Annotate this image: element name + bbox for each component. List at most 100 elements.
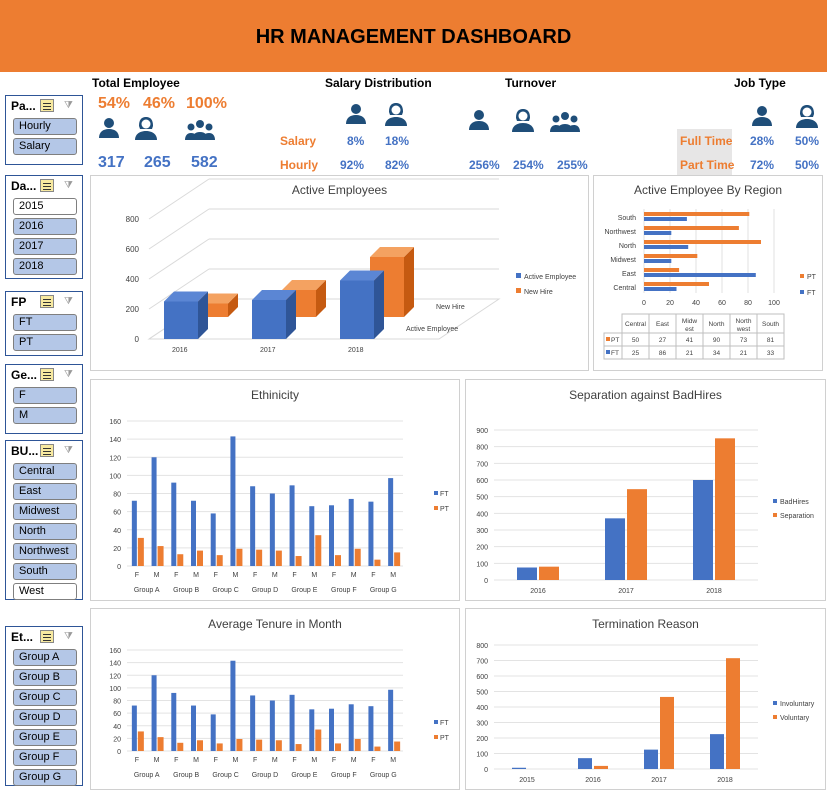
female-icon <box>385 103 407 126</box>
bar-pt <box>295 556 302 566</box>
x-sub-label: M <box>351 572 357 579</box>
slicer-item[interactable]: 2015 <box>13 198 77 215</box>
legend-label: New Hire <box>524 289 553 296</box>
bar-separation <box>539 566 559 580</box>
x-tick-label: 2018 <box>706 588 722 595</box>
slicer-item[interactable]: Group F <box>13 749 77 766</box>
legend-label: FT <box>440 720 449 727</box>
bar-pt <box>394 552 401 566</box>
clear-filter-icon[interactable]: ⧩ <box>64 445 76 457</box>
legend-swatch <box>773 499 777 503</box>
x-sub-label: M <box>311 572 317 579</box>
slicer-item[interactable]: Group D <box>13 709 77 726</box>
clear-filter-icon[interactable]: ⧩ <box>64 180 76 192</box>
bar-ft <box>309 709 315 751</box>
multi-select-icon[interactable] <box>40 368 54 381</box>
job-type-title: Job Type <box>734 76 786 90</box>
active-employees-chart: 0 200 400 600 800 2016 2017 2018 New Hire Active … <box>126 178 576 354</box>
slicer-item[interactable]: 2017 <box>13 238 77 255</box>
bar-pt <box>275 550 282 566</box>
y-tick-label: 600 <box>476 478 488 485</box>
slicer-item[interactable]: Central <box>13 463 77 480</box>
ethnicity-chart: 0 20 40 60 80 100 120 140 160 F M F M F M F M F M F M F M Group… <box>109 419 449 594</box>
legend-swatch <box>606 350 610 354</box>
slicer-item[interactable]: Salary <box>13 138 77 155</box>
clear-filter-icon[interactable]: ⧩ <box>64 631 76 643</box>
salary-distribution-title: Salary Distribution <box>325 76 432 90</box>
table-row-label: PT <box>611 337 619 344</box>
multi-select-icon[interactable] <box>40 444 54 457</box>
bar-ft <box>329 708 334 751</box>
x-tick-label: 2017 <box>260 347 276 354</box>
slicer-item[interactable]: West <box>13 583 77 600</box>
x-tick-label: 2017 <box>651 777 667 784</box>
y-tick-label: 60 <box>113 510 121 517</box>
slicer-item[interactable]: F <box>13 387 77 404</box>
x-group-label: Group A <box>134 587 160 594</box>
slicer-item[interactable]: Group E <box>13 729 77 746</box>
slicer-item[interactable]: Midwest <box>13 503 77 520</box>
slicer-item[interactable]: Hourly <box>13 118 77 135</box>
x-tick-label: 2018 <box>717 777 733 784</box>
bar-ft <box>191 500 196 566</box>
y-tick-label: 200 <box>126 305 140 314</box>
bar-pt <box>236 739 243 751</box>
clear-filter-icon[interactable]: ⧩ <box>64 369 76 381</box>
slicer-item[interactable]: Northwest <box>13 543 77 560</box>
multi-select-icon[interactable] <box>40 295 54 308</box>
slicer-item[interactable]: PT <box>13 334 77 351</box>
x-sub-label: M <box>233 757 239 764</box>
clear-filter-icon[interactable]: ⧩ <box>64 100 76 112</box>
bar-ft <box>269 493 275 566</box>
slicer-item[interactable]: North <box>13 523 77 540</box>
multi-select-icon[interactable] <box>40 179 54 192</box>
slicer-item[interactable]: FT <box>13 314 77 331</box>
bar-ft <box>388 478 394 566</box>
table-header: est <box>685 326 694 333</box>
bar-pt <box>644 268 680 272</box>
x-tick-label: 2015 <box>519 777 535 784</box>
slicer-2: FP ⧩ FT PT <box>5 291 83 356</box>
bar-pt <box>157 737 164 751</box>
termination-chart: 0 100 200 300 400 500 600 700 800 2015 2016 2017 201… <box>476 643 814 784</box>
slicer-title: Et... <box>11 630 34 644</box>
slicer-item[interactable]: South <box>13 563 77 580</box>
x-sub-label: M <box>272 757 278 764</box>
depth-label: Active Employee <box>406 326 458 333</box>
region-panel: Active Employee By Region 0 20 40 60 80 100 So… <box>593 175 823 371</box>
y-tick-label: 140 <box>109 437 121 444</box>
slicer-item[interactable]: 2018 <box>13 258 77 275</box>
x-sub-label: F <box>214 757 218 764</box>
bar-involuntary <box>644 749 658 769</box>
x-group-label: Group C <box>212 772 238 779</box>
slicer-item[interactable]: Group G <box>13 769 77 786</box>
x-tick-label: 2018 <box>348 347 364 354</box>
fulltime-label: Full Time <box>680 134 733 148</box>
group-icon <box>185 120 215 140</box>
clear-filter-icon[interactable]: ⧩ <box>64 296 76 308</box>
slicer-item[interactable]: Group B <box>13 669 77 686</box>
slicer-item[interactable]: M <box>13 407 77 424</box>
table-cell: 21 <box>686 350 694 357</box>
person-icon <box>346 104 366 124</box>
bar-ft <box>644 217 687 221</box>
y-tick-label: 120 <box>109 673 121 680</box>
x-group-label: Group E <box>291 587 317 594</box>
total-f-count: 317 <box>98 154 125 171</box>
legend-swatch <box>434 735 438 739</box>
multi-select-icon[interactable] <box>40 99 54 112</box>
bar-pt <box>256 739 263 751</box>
table-cell: 41 <box>686 337 694 344</box>
bar-pt <box>644 240 761 244</box>
slicer-item[interactable]: East <box>13 483 77 500</box>
depth-label: New Hire <box>436 304 465 311</box>
x-group-label: Group E <box>291 772 317 779</box>
bar-pt <box>644 282 709 286</box>
multi-select-icon[interactable] <box>40 630 54 643</box>
slicer-item[interactable]: 2016 <box>13 218 77 235</box>
bar-badhires <box>605 518 625 580</box>
x-sub-label: F <box>135 572 139 579</box>
slicer-item[interactable]: Group C <box>13 689 77 706</box>
slicer-item[interactable]: Group A <box>13 649 77 666</box>
x-group-label: Group D <box>252 587 278 594</box>
